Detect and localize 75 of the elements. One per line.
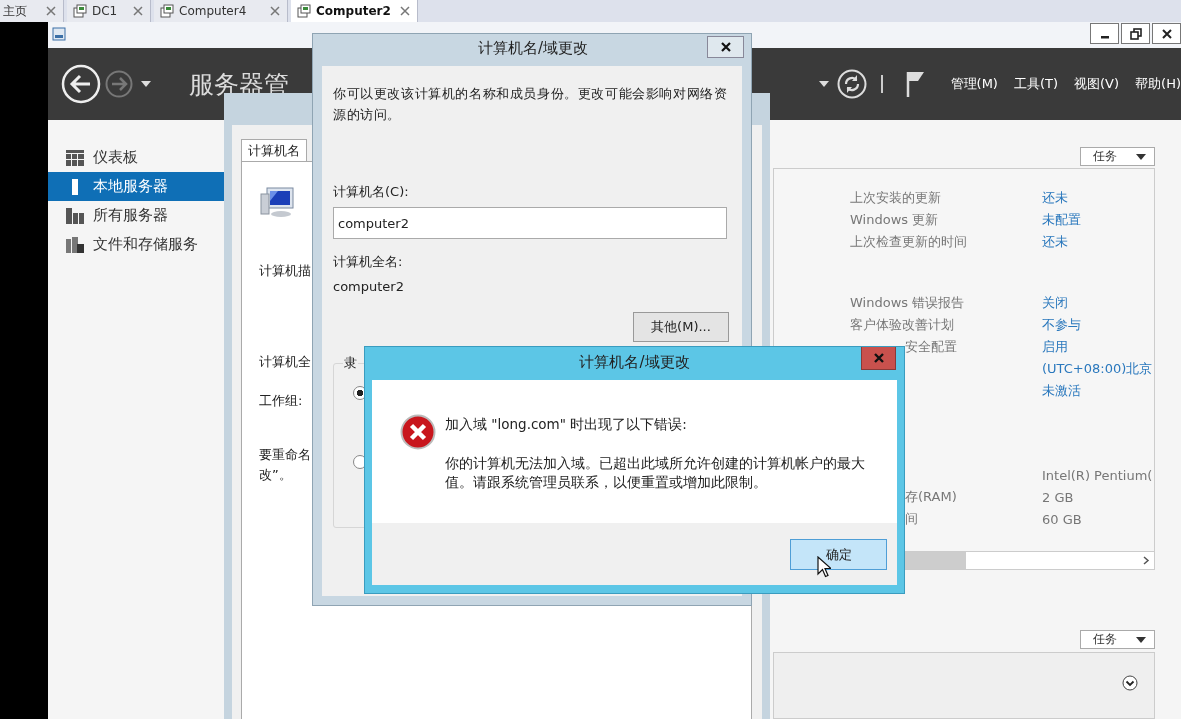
virtual-machine-icon	[73, 4, 87, 18]
property-link[interactable]: 不参与	[1042, 316, 1081, 334]
servers-icon	[66, 207, 84, 224]
nav-item[interactable]: 所有服务器	[48, 201, 224, 230]
property-link[interactable]: (UTC+08:00)北京	[1042, 360, 1153, 378]
field-label: 要重命名改”。	[259, 446, 312, 484]
property-link[interactable]: 关闭	[1042, 294, 1068, 312]
field-label: 工作组:	[259, 392, 304, 410]
tab[interactable]: DC1	[67, 0, 151, 22]
property-value: Intel(R) Pentium(	[1042, 467, 1153, 483]
property-link[interactable]: 未配置	[1042, 211, 1081, 229]
error-message: 你的计算机无法加入域。已超出此域所允许创建的计算机帐户的最大值。请跟系统管理员联系，以便重置或增加此限制。	[445, 454, 866, 492]
tab[interactable]: Computer4	[154, 0, 288, 22]
caret-icon[interactable]	[1136, 153, 1146, 160]
close-button[interactable]	[707, 36, 744, 58]
tab[interactable]: 主页	[0, 0, 64, 22]
property-label: Windows 更新	[850, 211, 940, 229]
property-label: Windows 错误报告	[850, 294, 966, 312]
tab[interactable]: 计算机名	[241, 139, 307, 161]
close-icon[interactable]	[719, 41, 732, 53]
minimize-button[interactable]	[1090, 23, 1119, 44]
property-link[interactable]: 还未	[1042, 233, 1068, 251]
error-heading: 加入域 "long.com" 时出现了以下错误:	[445, 415, 688, 434]
property-label: 客户体验改善计划	[850, 316, 955, 334]
caret-icon[interactable]	[141, 81, 151, 87]
menu-item[interactable]: 管理(M)	[950, 75, 998, 93]
property-label: 上次检查更新的时间	[850, 233, 968, 251]
nav-item[interactable]: 本地服务器	[48, 172, 224, 201]
close-button[interactable]	[1152, 23, 1181, 44]
field-label: 计算机描	[259, 262, 312, 280]
dialog-title: 计算机名/域更改	[578, 352, 691, 373]
virtual-machine-icon	[297, 4, 311, 18]
property-value: 60 GB	[1042, 511, 1082, 527]
close-icon[interactable]	[1160, 27, 1173, 40]
menu-item[interactable]: 工具(T)	[1013, 75, 1059, 93]
field-value: computer2	[333, 279, 404, 294]
tasks-button[interactable]: 任务	[1080, 147, 1155, 166]
computer-icon	[259, 186, 295, 218]
tab[interactable]: Computer2	[291, 0, 418, 22]
nav-item[interactable]: 仪表板	[48, 143, 224, 172]
property-label: 上次安装的更新	[850, 189, 942, 207]
restore-icon[interactable]	[1129, 27, 1142, 40]
dialog-title: 计算机名/域更改	[476, 38, 590, 59]
property-label: 存(RAM)	[904, 488, 958, 506]
more-button[interactable]: 其他(M)...	[633, 312, 729, 342]
property-label: 间	[904, 510, 919, 528]
description-text: 你可以更改该计算机的名称和成员身份。更改可能会影响对网络资源的访问。	[333, 85, 729, 124]
back-icon[interactable]	[61, 64, 101, 104]
flag-icon[interactable]	[904, 71, 925, 97]
virtual-machine-icon	[160, 4, 174, 18]
computer-name-field[interactable]: computer2	[333, 207, 727, 239]
property-link[interactable]: 未激活	[1042, 382, 1081, 400]
property-label: 安全配置	[904, 338, 958, 356]
field-label: 计算机名(C):	[333, 183, 409, 201]
tasks-button[interactable]: 任务	[1080, 630, 1155, 649]
property-link[interactable]: 还未	[1042, 189, 1068, 207]
refresh-icon[interactable]	[836, 69, 867, 99]
server-icon	[52, 27, 66, 41]
caret-icon[interactable]	[1136, 636, 1146, 643]
restore-button[interactable]	[1121, 23, 1150, 44]
expand-icon[interactable]	[1122, 675, 1138, 691]
ok-button[interactable]: 确定	[790, 539, 887, 570]
dashboard-icon	[66, 149, 84, 166]
nav-item[interactable]: 文件和存储服务	[48, 230, 224, 259]
property-link[interactable]: 启用	[1042, 338, 1068, 356]
caret-icon[interactable]	[818, 81, 829, 87]
menu-item[interactable]: 帮助(H)	[1135, 75, 1181, 93]
property-value: 2 GB	[1042, 489, 1074, 505]
group-label: 隶	[343, 354, 358, 372]
field-label: 计算机全	[259, 353, 312, 371]
menu-item[interactable]: 视图(V)	[1074, 75, 1120, 93]
field-label: 计算机全名:	[333, 253, 403, 271]
forward-icon[interactable]	[105, 70, 133, 98]
error-icon	[400, 414, 436, 450]
storage-icon	[66, 236, 84, 253]
